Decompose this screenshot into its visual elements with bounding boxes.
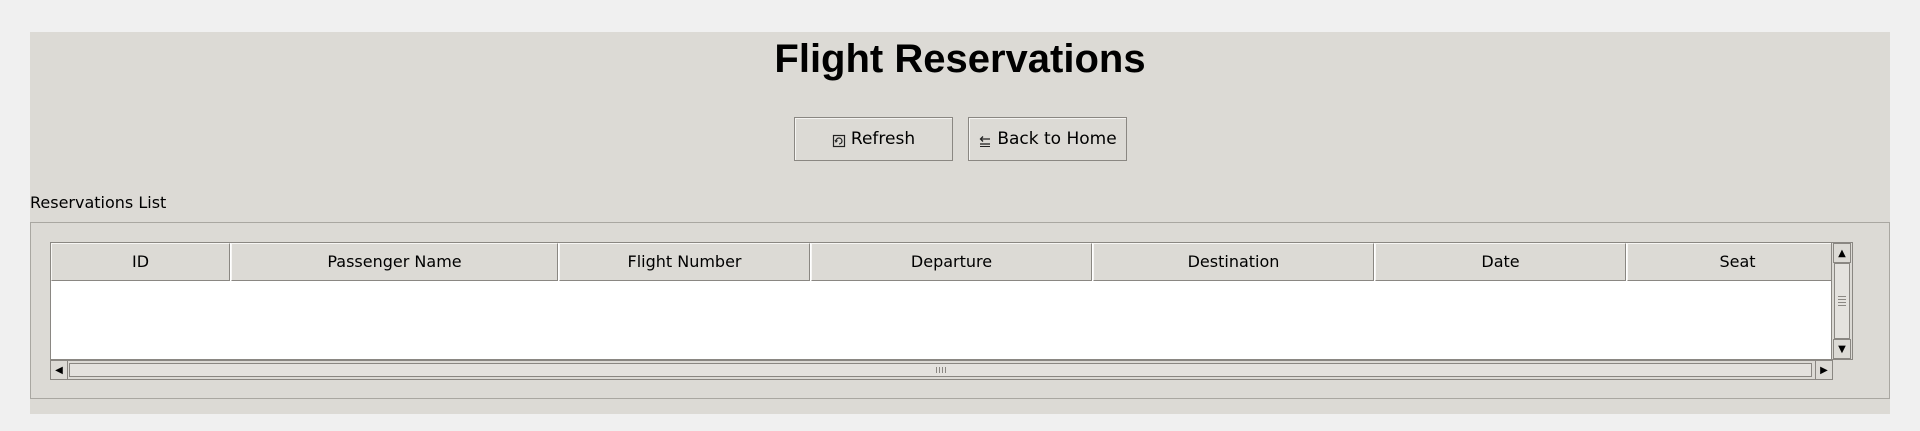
reservations-table[interactable]: ID Passenger Name Flight Number Departur… bbox=[50, 242, 1853, 360]
refresh-button[interactable]: Refresh bbox=[794, 117, 953, 161]
scroll-up-icon[interactable]: ▲ bbox=[1833, 243, 1851, 263]
scroll-right-icon[interactable]: ▶ bbox=[1815, 361, 1832, 379]
column-header-passenger-name[interactable]: Passenger Name bbox=[231, 243, 558, 281]
vertical-scroll-thumb[interactable] bbox=[1834, 263, 1850, 339]
column-header-date[interactable]: Date bbox=[1375, 243, 1626, 281]
refresh-icon bbox=[832, 134, 845, 147]
column-header-seat[interactable]: Seat bbox=[1627, 243, 1848, 281]
page-title: Flight Reservations bbox=[774, 37, 1146, 81]
column-header-destination[interactable]: Destination bbox=[1093, 243, 1374, 281]
horizontal-scrollbar[interactable]: ◀ ▶ bbox=[50, 360, 1833, 380]
back-arrow-icon bbox=[979, 135, 991, 147]
main-window: Flight Reservations Refresh Back to Home… bbox=[30, 32, 1890, 414]
horizontal-scroll-thumb[interactable] bbox=[69, 363, 1812, 377]
scroll-left-icon[interactable]: ◀ bbox=[51, 361, 68, 379]
scroll-down-icon[interactable]: ▼ bbox=[1833, 339, 1851, 359]
reservations-list-label: Reservations List bbox=[30, 193, 167, 212]
reservations-panel: ID Passenger Name Flight Number Departur… bbox=[30, 222, 1890, 399]
column-header-departure[interactable]: Departure bbox=[811, 243, 1092, 281]
refresh-button-label: Refresh bbox=[850, 129, 916, 149]
back-to-home-button-label: Back to Home bbox=[997, 129, 1117, 149]
table-header: ID Passenger Name Flight Number Departur… bbox=[51, 243, 1850, 281]
column-header-flight-number[interactable]: Flight Number bbox=[559, 243, 810, 281]
vertical-scrollbar[interactable]: ▲ ▼ bbox=[1831, 243, 1852, 359]
column-header-id[interactable]: ID bbox=[51, 243, 230, 281]
back-to-home-button[interactable]: Back to Home bbox=[968, 117, 1127, 161]
